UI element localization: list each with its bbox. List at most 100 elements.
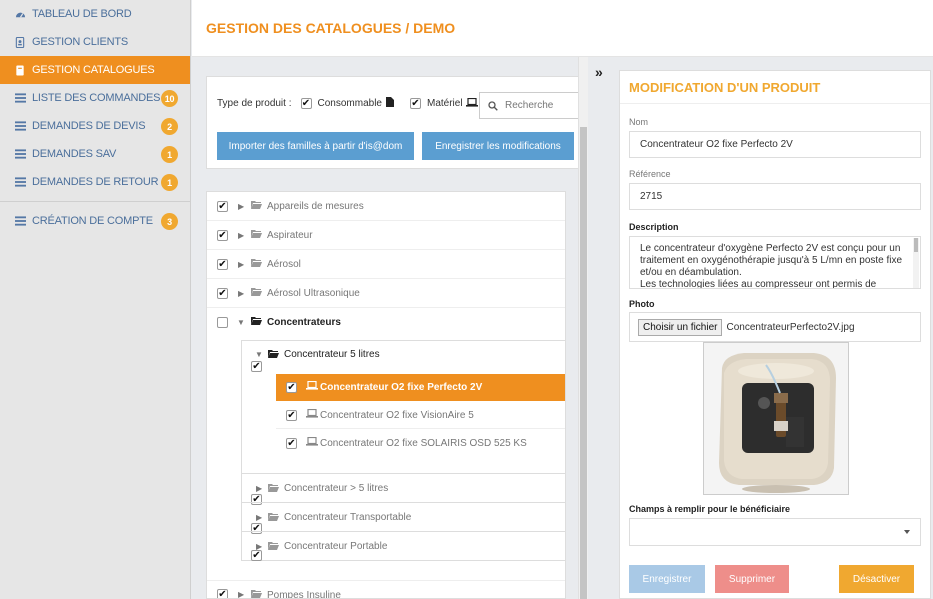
sidebar-item-label: GESTION CATALOGUES <box>32 64 155 76</box>
caret-down-icon[interactable]: ▼ <box>255 350 263 359</box>
deactivate-button[interactable]: Désactiver <box>839 565 914 593</box>
sidebar-item-quotes[interactable]: DEMANDES DE DEVIS 2 <box>0 112 190 140</box>
product-type-filter: Type de produit : Consommable Matériel <box>217 97 478 110</box>
list-icon <box>14 176 26 188</box>
sidebar-item-account-creation[interactable]: CRÉATION DE COMPTE 3 <box>0 207 190 235</box>
import-families-button[interactable]: Importer des familles à partir d'is@dom <box>217 132 414 160</box>
folder-icon <box>251 229 262 241</box>
tree-row[interactable]: ▶ Aérosol Ultrasonique <box>207 279 565 308</box>
tree-row[interactable]: ▶ Concentrateur Transportable <box>242 502 565 534</box>
panel-title: MODIFICATION D'UN PRODUIT <box>629 80 821 95</box>
description-field[interactable]: Le concentrateur d'oxygène Perfecto 2V e… <box>629 236 921 289</box>
tree-checkbox[interactable] <box>217 589 228 598</box>
tree-label: Concentrateur O2 fixe SOLAIRIS OSD 525 K… <box>320 438 527 449</box>
catalog-tree: ▶ Appareils de mesures ▶ Aspirateur ▶ Aé… <box>206 191 566 599</box>
sidebar-item-label: DEMANDES DE DEVIS <box>32 120 146 132</box>
tree-label: Concentrateurs <box>267 317 341 328</box>
laptop-icon <box>465 97 478 110</box>
scrollbar[interactable] <box>913 238 919 288</box>
tree-checkbox[interactable] <box>217 317 228 328</box>
caret-right-icon[interactable]: ▶ <box>238 590 244 598</box>
scrollbar-thumb[interactable] <box>580 127 587 599</box>
tree-checkbox[interactable] <box>286 438 297 449</box>
consumable-checkbox[interactable] <box>300 98 312 109</box>
scrollbar[interactable] <box>578 57 588 599</box>
tree-checkbox[interactable] <box>286 410 297 421</box>
count-badge: 10 <box>161 90 178 107</box>
tree-checkbox[interactable] <box>251 550 262 561</box>
tree-row[interactable]: ▶ Appareils de mesures <box>207 192 565 221</box>
beneficiary-fields-label: Champs à remplir pour le bénéficiaire <box>629 504 791 514</box>
tree-row[interactable]: ▶ Aspirateur <box>207 221 565 250</box>
material-checkbox[interactable] <box>409 98 421 109</box>
tree-checkbox[interactable] <box>251 361 262 372</box>
tree-row[interactable]: ▶ Concentrateur > 5 litres <box>242 473 565 505</box>
count-badge: 2 <box>161 118 178 135</box>
tree-leaf[interactable]: Concentrateur O2 fixe SOLAIRIS OSD 525 K… <box>276 430 565 457</box>
tree-checkbox[interactable] <box>217 201 228 212</box>
delete-button[interactable]: Supprimer <box>715 565 789 593</box>
caret-right-icon[interactable]: ▶ <box>238 260 244 269</box>
caret-right-icon[interactable]: ▶ <box>256 513 262 522</box>
product-edit-panel: MODIFICATION D'UN PRODUIT Nom Concentrat… <box>619 70 931 599</box>
tree-row[interactable]: ▶ Concentrateur Portable <box>242 531 565 561</box>
divider <box>620 103 930 104</box>
tree-label: Concentrateur Portable <box>284 541 388 552</box>
sidebar-item-label: LISTE DES COMMANDES <box>32 92 161 104</box>
page-header: GESTION DES CATALOGUES / DEMO <box>192 0 933 57</box>
photo-file-input[interactable]: Choisir un fichier ConcentrateurPerfecto… <box>629 312 921 342</box>
caret-right-icon[interactable]: ▶ <box>238 202 244 211</box>
choose-file-button[interactable]: Choisir un fichier <box>638 318 723 336</box>
photo-label: Photo <box>629 299 655 309</box>
sidebar-item-clients[interactable]: GESTION CLIENTS <box>0 28 190 56</box>
tree-checkbox[interactable] <box>217 288 228 299</box>
tree-row[interactable]: ▶ Pompes Insuline <box>207 580 565 598</box>
file-icon <box>385 97 394 110</box>
search-icon <box>488 100 498 111</box>
caret-right-icon[interactable]: ▶ <box>256 484 262 493</box>
tree-row[interactable]: ▼ Concentrateurs <box>207 308 565 337</box>
folder-open-icon <box>268 349 279 361</box>
folder-open-icon <box>251 316 262 328</box>
sidebar-item-sav[interactable]: DEMANDES SAV 1 <box>0 140 190 168</box>
list-icon <box>14 215 26 227</box>
material-label: Matériel <box>426 98 463 109</box>
folder-icon <box>251 258 262 270</box>
tree-checkbox[interactable] <box>217 259 228 270</box>
name-label: Nom <box>629 117 649 127</box>
tree-leaf[interactable]: Concentrateur O2 fixe Perfecto 2V <box>276 374 565 401</box>
list-icon <box>14 148 26 160</box>
reference-field[interactable]: 2715 <box>629 183 921 210</box>
tree-label: Aspirateur <box>267 230 313 241</box>
collapse-panel-icon[interactable]: » <box>595 64 603 80</box>
sidebar-item-orders[interactable]: LISTE DES COMMANDES 10 <box>0 84 190 112</box>
sidebar-item-label: DEMANDES DE RETOUR <box>32 176 159 188</box>
sidebar-item-catalogues[interactable]: GESTION CATALOGUES <box>0 56 190 84</box>
laptop-icon <box>306 380 318 393</box>
name-field[interactable]: Concentrateur O2 fixe Perfecto 2V <box>629 131 921 158</box>
save-changes-button[interactable]: Enregistrer les modifications <box>422 132 574 160</box>
product-photo <box>703 342 849 495</box>
tree-row[interactable]: ▶ Aérosol <box>207 250 565 279</box>
search-input[interactable]: Recherche <box>479 92 581 119</box>
divider <box>0 201 190 202</box>
sidebar-item-dashboard[interactable]: TABLEAU DE BORD <box>0 0 190 28</box>
sidebar-item-returns[interactable]: DEMANDES DE RETOUR 1 <box>0 168 190 196</box>
caret-down-icon[interactable]: ▼ <box>237 318 245 327</box>
tree-label: Concentrateur Transportable <box>284 512 412 523</box>
caret-right-icon[interactable]: ▶ <box>238 231 244 240</box>
tree-label: Aérosol Ultrasonique <box>267 288 360 299</box>
list-icon <box>14 120 26 132</box>
tree-checkbox[interactable] <box>217 230 228 241</box>
subtree: ▼ Concentrateur 5 litres Concentrateur O… <box>241 340 565 561</box>
caret-right-icon[interactable]: ▶ <box>238 289 244 298</box>
beneficiary-fields-select[interactable] <box>629 518 921 546</box>
register-button[interactable]: Enregistrer <box>629 565 705 593</box>
count-badge: 1 <box>161 174 178 191</box>
tree-checkbox[interactable] <box>286 382 297 393</box>
tree-leaf[interactable]: Concentrateur O2 fixe VisionAire 5 <box>276 402 565 429</box>
reference-label: Référence <box>629 169 671 179</box>
count-badge: 1 <box>161 146 178 163</box>
description-text: Le concentrateur d'oxygène Perfecto 2V e… <box>640 243 903 289</box>
count-badge: 3 <box>161 213 178 230</box>
